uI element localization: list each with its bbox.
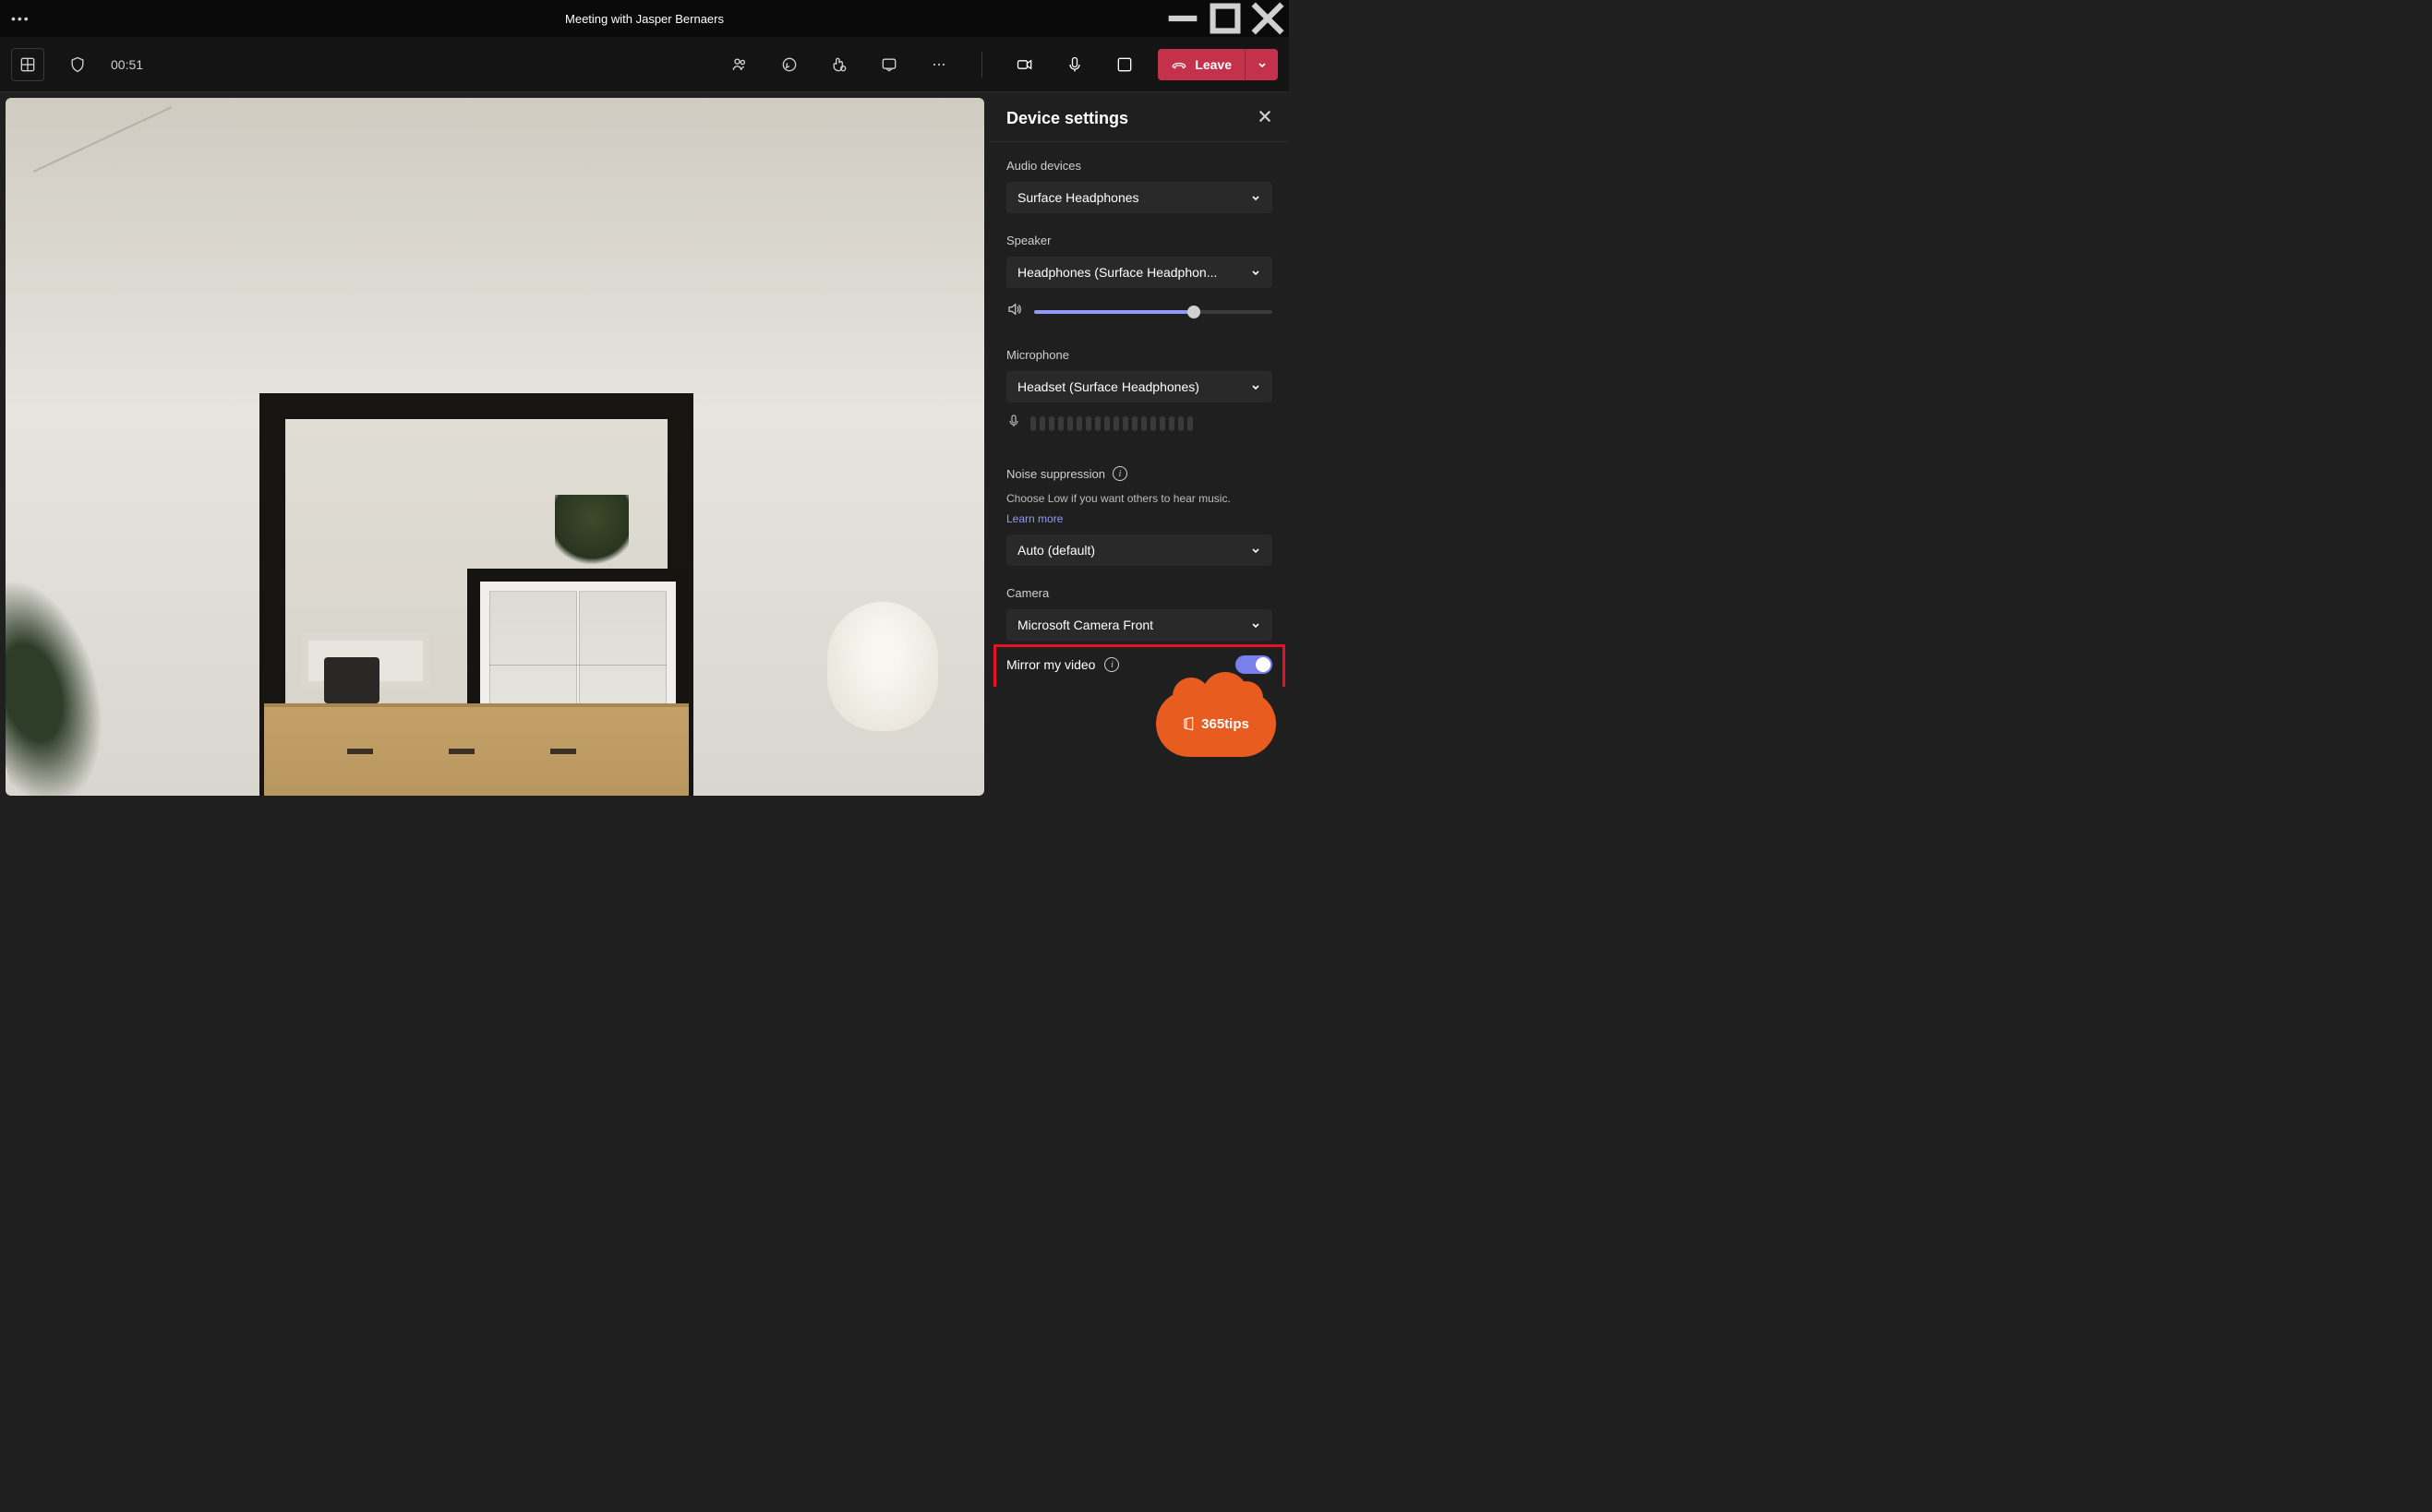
- chevron-down-icon: [1250, 381, 1261, 392]
- maximize-button[interactable]: [1204, 0, 1246, 37]
- microphone-dropdown[interactable]: Headset (Surface Headphones): [1006, 371, 1272, 402]
- office-icon: [1183, 716, 1198, 731]
- panel-header: Device settings: [990, 92, 1289, 142]
- decor-line: [33, 98, 172, 190]
- learn-more-link[interactable]: Learn more: [1006, 512, 1063, 525]
- camera-button[interactable]: [1008, 48, 1041, 81]
- camera-value: Microsoft Camera Front: [1017, 618, 1153, 632]
- noise-suppression-desc: Choose Low if you want others to hear mu…: [1006, 490, 1272, 507]
- mirror-video-toggle[interactable]: [1235, 655, 1272, 674]
- microphone-icon: [1006, 414, 1021, 433]
- tips-badge: 365tips: [1156, 690, 1276, 757]
- audio-devices-dropdown[interactable]: Surface Headphones: [1006, 182, 1272, 213]
- speaker-value: Headphones (Surface Headphon...: [1017, 265, 1217, 280]
- noise-suppression-value: Auto (default): [1017, 543, 1095, 558]
- close-panel-button[interactable]: [1258, 109, 1272, 128]
- speaker-label: Speaker: [1006, 234, 1272, 247]
- leave-label: Leave: [1195, 57, 1232, 72]
- panel-title: Device settings: [1006, 109, 1128, 128]
- noise-suppression-label: Noise suppression: [1006, 467, 1105, 481]
- close-button[interactable]: [1246, 0, 1289, 37]
- decor-speaker: [324, 657, 379, 703]
- decor-lamp: [809, 602, 957, 796]
- rooms-button[interactable]: [873, 48, 906, 81]
- people-button[interactable]: [723, 48, 756, 81]
- chevron-down-icon: [1250, 192, 1261, 203]
- menu-dots-title[interactable]: •••: [0, 11, 42, 26]
- share-button[interactable]: [1108, 48, 1141, 81]
- camera-dropdown[interactable]: Microsoft Camera Front: [1006, 609, 1272, 641]
- info-icon[interactable]: i: [1113, 466, 1127, 481]
- info-icon[interactable]: i: [1104, 657, 1119, 672]
- window-controls: [1162, 0, 1289, 37]
- window-title: Meeting with Jasper Bernaers: [565, 12, 724, 26]
- reactions-button[interactable]: [823, 48, 856, 81]
- minimize-button[interactable]: [1162, 0, 1204, 37]
- microphone-level-meter: [1030, 416, 1193, 431]
- audio-devices-value: Surface Headphones: [1017, 190, 1139, 205]
- titlebar: ••• Meeting with Jasper Bernaers: [0, 0, 1289, 37]
- mirror-video-label: Mirror my video: [1006, 657, 1095, 672]
- speaker-volume-icon: [1006, 301, 1023, 322]
- layout-grid-button[interactable]: [11, 48, 44, 81]
- leave-button[interactable]: Leave: [1158, 56, 1245, 73]
- meeting-timer: 00:51: [111, 57, 143, 72]
- meeting-toolbar: 00:51 Leave: [0, 37, 1289, 92]
- leave-options-button[interactable]: [1245, 49, 1278, 80]
- audio-devices-label: Audio devices: [1006, 159, 1272, 173]
- more-actions-button[interactable]: [922, 48, 956, 81]
- camera-label: Camera: [1006, 586, 1272, 600]
- microphone-label: Microphone: [1006, 348, 1272, 362]
- speaker-volume-slider[interactable]: [1034, 310, 1272, 314]
- leave-button-group: Leave: [1158, 49, 1278, 80]
- badge-text: 365tips: [1201, 716, 1249, 732]
- mic-button[interactable]: [1058, 48, 1091, 81]
- decor-plant-top: [555, 495, 629, 573]
- noise-suppression-dropdown[interactable]: Auto (default): [1006, 534, 1272, 566]
- main-area: Device settings Audio devices Surface He…: [0, 92, 1289, 801]
- decor-dresser: [264, 703, 689, 796]
- chevron-down-icon: [1250, 619, 1261, 630]
- chevron-down-icon: [1250, 545, 1261, 556]
- decor-plant-left: [6, 564, 126, 796]
- speaker-dropdown[interactable]: Headphones (Surface Headphon...: [1006, 257, 1272, 288]
- video-feed[interactable]: [6, 98, 984, 796]
- chat-button[interactable]: [773, 48, 806, 81]
- divider: [981, 52, 982, 78]
- shield-icon[interactable]: [61, 48, 94, 81]
- microphone-value: Headset (Surface Headphones): [1017, 379, 1199, 394]
- chevron-down-icon: [1250, 267, 1261, 278]
